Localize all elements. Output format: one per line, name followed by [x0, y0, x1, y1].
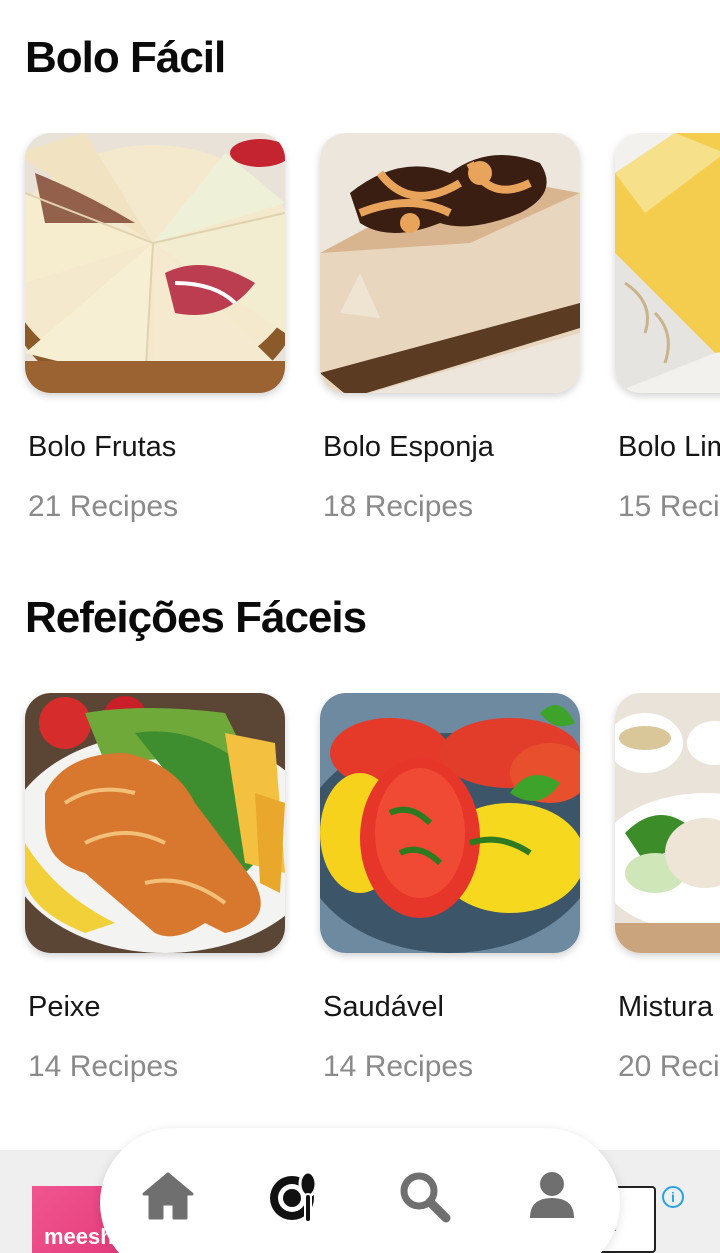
chef-icon	[270, 1170, 318, 1223]
recipe-count: 21 Recipes	[28, 490, 179, 523]
nav-recipes-button[interactable]	[268, 1168, 324, 1224]
section-title-refeicoes-faceis: Refeições Fáceis	[25, 593, 367, 642]
recipe-image-mousse-cake[interactable]	[320, 133, 580, 393]
recipe-count: 20 Recipes	[618, 1050, 720, 1083]
nav-home-button[interactable]	[140, 1168, 196, 1224]
recipe-image-lemon-cake[interactable]	[615, 133, 720, 393]
recipe-image-tomato-salad[interactable]	[320, 693, 580, 953]
bottom-nav	[100, 1128, 620, 1253]
recipe-count: 15 Recipes	[618, 490, 720, 523]
home-icon	[142, 1172, 194, 1220]
recipe-card-bolo-frutas[interactable]: Bolo Frutas 21 Recipes	[25, 133, 285, 523]
nav-search-button[interactable]	[396, 1168, 452, 1224]
recipe-card-bolo-esponja[interactable]: Bolo Esponja 18 Recipes	[320, 133, 580, 523]
recipe-image-cheesecake[interactable]	[25, 133, 285, 393]
ad-info-icon[interactable]: i	[662, 1186, 684, 1208]
recipe-image-chicken-rice[interactable]	[615, 693, 720, 953]
search-icon	[400, 1172, 451, 1223]
recipe-name: Bolo Limão	[618, 431, 720, 463]
recipe-name: Bolo Esponja	[323, 431, 494, 463]
recipe-card-saudavel[interactable]: Saudável 14 Recipes	[320, 693, 580, 1083]
recipe-count: 14 Recipes	[323, 1050, 474, 1083]
recipe-row-bolo[interactable]: Bolo Frutas 21 Recipes Bolo Esponja 18 R…	[0, 133, 720, 533]
recipe-name: Peixe	[28, 991, 101, 1023]
profile-icon	[530, 1172, 574, 1218]
recipe-count: 14 Recipes	[28, 1050, 179, 1083]
recipe-name: Mistura	[618, 991, 714, 1023]
recipe-row-refeicoes[interactable]: Peixe 14 Recipes Saudável 14 Recipes Mis…	[0, 693, 720, 1093]
recipe-name: Bolo Frutas	[28, 431, 177, 463]
recipe-card-bolo-limao[interactable]: Bolo Limão 15 Recipes	[615, 133, 720, 523]
nav-profile-button[interactable]	[524, 1168, 580, 1224]
section-title-bolo-facil: Bolo Fácil	[25, 33, 226, 82]
recipe-name: Saudável	[323, 991, 444, 1023]
recipe-card-peixe[interactable]: Peixe 14 Recipes	[25, 693, 285, 1083]
recipe-count: 18 Recipes	[323, 490, 474, 523]
recipe-image-salmon[interactable]	[25, 693, 285, 953]
recipe-card-mistura[interactable]: Mistura 20 Recipes	[615, 693, 720, 1083]
